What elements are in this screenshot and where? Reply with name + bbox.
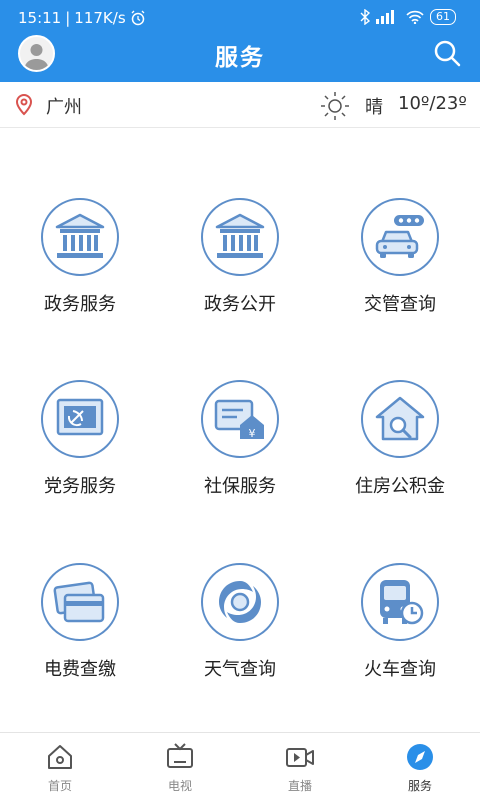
card-icon [53, 581, 105, 623]
service-gov-public[interactable]: 政务公开 [160, 198, 320, 328]
service-train[interactable]: 火车查询 [320, 563, 480, 693]
service-housing-fund[interactable]: 住房公积金 [320, 380, 480, 510]
compass-icon [407, 744, 433, 770]
service-weather[interactable]: 天气查询 [160, 563, 320, 693]
typhoon-icon [219, 581, 261, 623]
service-traffic[interactable]: 交管查询 [320, 198, 480, 328]
sun-icon [321, 92, 349, 120]
service-label: 住房公积金 [355, 476, 445, 497]
status-speed: 117K/s [74, 9, 126, 27]
live-video-icon [286, 748, 314, 767]
tab-live[interactable]: 直播 [240, 733, 360, 800]
service-party[interactable]: 党务服务 [0, 380, 160, 510]
page-title: 服务 [215, 45, 265, 71]
temperature: 10º/23º [398, 93, 467, 114]
tab-label: 直播 [287, 779, 312, 793]
weather-condition: 晴 [365, 97, 383, 118]
wifi-icon [406, 10, 424, 24]
tab-label: 服务 [407, 779, 432, 793]
search-button[interactable] [432, 38, 462, 68]
service-label: 电费查缴 [44, 659, 116, 680]
status-time: 15:11 [18, 9, 62, 27]
tv-icon [167, 743, 193, 768]
tab-home[interactable]: 首页 [0, 733, 120, 800]
service-electricity-bill[interactable]: 电费查缴 [0, 563, 160, 693]
service-label: 政务公开 [204, 294, 276, 315]
home-icon [48, 745, 72, 769]
svg-text:¥: ¥ [249, 427, 256, 440]
search-icon [434, 40, 461, 67]
header-bar: 15:11 | 117K/s 61 服务 [0, 0, 480, 82]
service-social-security[interactable]: ¥ 社保服务 [160, 380, 320, 510]
tab-tv[interactable]: 电视 [120, 733, 240, 800]
battery-indicator: 61 [430, 9, 456, 25]
house-search-icon [375, 396, 425, 441]
service-label: 社保服务 [204, 476, 276, 497]
tab-services[interactable]: 服务 [360, 733, 480, 800]
tab-label: 电视 [167, 779, 192, 793]
government-building-icon [55, 213, 105, 258]
car-icon [375, 215, 424, 258]
city-name[interactable]: 广州 [46, 93, 82, 119]
service-label: 天气查询 [204, 659, 276, 680]
government-building-icon [215, 213, 265, 258]
bottom-tab-bar: 首页 电视 直播 服务 [0, 732, 480, 800]
location-pin-icon [15, 94, 33, 116]
service-label: 党务服务 [44, 476, 116, 497]
service-label: 交管查询 [364, 294, 436, 315]
bluetooth-icon [360, 9, 370, 25]
train-clock-icon [380, 580, 424, 625]
social-security-icon: ¥ [214, 399, 264, 440]
signal-icon [376, 10, 394, 24]
service-gov-services[interactable]: 政务服务 [0, 198, 160, 328]
service-label: 政务服务 [44, 294, 116, 315]
alarm-icon [131, 10, 145, 26]
party-flag-icon [56, 398, 104, 436]
status-bar: 15:11 | 117K/s 61 [0, 0, 480, 38]
service-label: 火车查询 [364, 659, 436, 680]
tab-label: 首页 [47, 779, 72, 793]
weather-bar: 广州 晴 10º/23º [0, 82, 480, 128]
